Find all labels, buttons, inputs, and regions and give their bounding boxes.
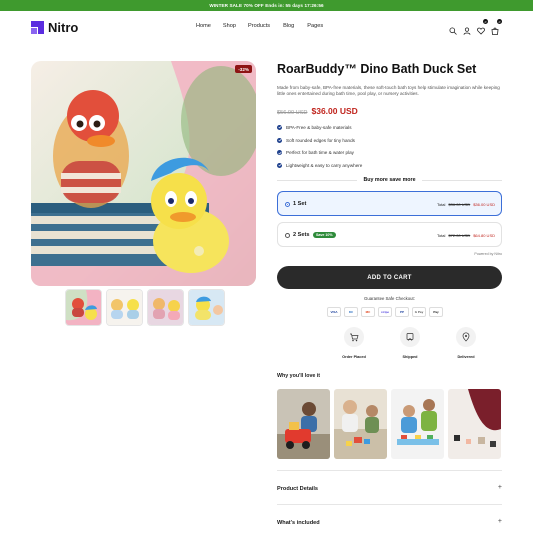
powered-by: Powered by Nitro (474, 252, 502, 256)
product-main-image[interactable]: -32% (31, 61, 256, 286)
divider (277, 179, 358, 181)
feature-text: Perfect for bath time & water play (286, 150, 354, 156)
cart-count-badge: 0 (497, 19, 502, 24)
feature-item: Lightweight & easy to carry anywhere (277, 159, 362, 172)
cart-icon (344, 327, 364, 347)
radio-selected[interactable] (285, 202, 290, 207)
product-description: Made from baby-safe, BPA-free materials,… (277, 85, 500, 97)
feature-item: Perfect for bath time & water play (277, 146, 362, 159)
feature-list: BPA-Free & baby-safe materials Soft roun… (277, 121, 362, 172)
bundle-heading-text: Buy more save more (363, 177, 416, 183)
radio-unselected[interactable] (285, 233, 290, 238)
plus-icon[interactable]: + (498, 518, 502, 525)
total-new: $64.80 USD (473, 233, 495, 238)
sale-price: $36.00 USD (311, 106, 358, 116)
product-title: RoarBuddy™ Dino Bath Duck Set (277, 62, 477, 76)
bundle-option-total: Total $36.00 USD $36.00 USD (437, 202, 495, 207)
bundle-option-label: 1 Set (293, 201, 307, 207)
why-image-1[interactable] (277, 389, 330, 459)
bundle-option-2-sets[interactable]: 2 Sets Save 10% Total $72.00 USD $64.80 … (277, 222, 502, 247)
apple-pay-icon: Pay (429, 307, 443, 317)
diners-club-icon: DC (344, 307, 358, 317)
add-to-cart-button[interactable]: ADD TO CART (277, 266, 502, 289)
accordion-title: What's included (277, 520, 320, 526)
why-heading: Why you'll love it (277, 373, 321, 379)
nav-shop[interactable]: Shop (223, 23, 236, 29)
step-label: Shipped (402, 355, 418, 359)
feature-text: Lightweight & easy to carry anywhere (286, 162, 363, 168)
total-new: $36.00 USD (473, 202, 495, 207)
feature-item: Soft rounded edges for tiny hands (277, 134, 362, 147)
thumbnail-1[interactable] (65, 289, 102, 326)
thumbnail-3[interactable] (147, 289, 184, 326)
total-old: $36.00 USD (448, 202, 471, 207)
accordion-product-details[interactable]: Product Details + (277, 470, 502, 504)
location-pin-icon (456, 327, 476, 347)
thumbnail-strip (65, 289, 225, 326)
check-icon (277, 162, 282, 168)
search-icon[interactable] (449, 22, 457, 35)
why-image-3[interactable] (391, 389, 444, 459)
step-label: Order Placed (342, 355, 366, 359)
accordion-title: Product Details (277, 486, 319, 492)
wishlist-count-badge: 0 (483, 19, 488, 24)
step-label: Delivered (457, 355, 475, 359)
order-steps: Order Placed Shipped Delivered (335, 327, 485, 359)
nav-home[interactable]: Home (196, 23, 211, 29)
save-badge: Save 10% (313, 232, 336, 238)
why-image-2[interactable] (334, 389, 387, 459)
google-pay-icon: G Pay (412, 307, 426, 317)
paypal-icon: PP (395, 307, 409, 317)
total-old: $72.00 USD (448, 233, 471, 238)
bundle-option-1-set[interactable]: 1 Set Total $36.00 USD $36.00 USD (277, 191, 502, 216)
step-order-placed: Order Placed (335, 327, 373, 359)
step-shipped: Shipped (391, 327, 429, 359)
divider (421, 179, 502, 181)
logo-icon (31, 21, 44, 34)
price-row: $56.00 USD $36.00 USD (277, 106, 358, 116)
delivery-box-icon (400, 327, 420, 347)
visa-icon: VISA (327, 307, 341, 317)
bundle-heading: Buy more save more (277, 177, 502, 183)
accordion-whats-included[interactable]: What's included + (277, 504, 502, 533)
plus-icon[interactable]: + (498, 484, 502, 491)
wishlist-icon[interactable]: 0 (477, 19, 488, 35)
total-label: Total (436, 202, 446, 207)
header-actions: 0 0 (449, 19, 502, 35)
check-icon (277, 124, 282, 130)
bundle-option-total: Total $72.00 USD $64.80 USD (437, 233, 495, 238)
step-delivered: Delivered (447, 327, 485, 359)
stripe-icon: stripe (378, 307, 392, 317)
promo-bar: WINTER SALE 70% OFF Ends in: 55 days 17:… (0, 0, 533, 11)
payment-methods: VISA DC MC stripe PP G Pay Pay (327, 307, 443, 317)
site-header: Nitro Home Shop Products Blog Pages 0 0 (0, 11, 533, 45)
check-icon (277, 150, 282, 156)
thumbnail-4[interactable] (188, 289, 225, 326)
compare-price: $56.00 USD (277, 110, 308, 116)
thumbnail-2[interactable] (106, 289, 143, 326)
brand-name: Nitro (48, 20, 79, 35)
promo-text: WINTER SALE 70% OFF Ends in: 55 days 17:… (209, 3, 324, 8)
discount-badge: -32% (235, 65, 252, 73)
rubber-ducks-image (31, 61, 256, 286)
check-icon (277, 137, 282, 143)
nav-products[interactable]: Products (248, 23, 270, 29)
why-image-row (277, 389, 501, 459)
account-icon[interactable] (463, 22, 471, 35)
nav-pages[interactable]: Pages (307, 23, 323, 29)
total-label: Total (436, 233, 446, 238)
feature-text: Soft rounded edges for tiny hands (286, 137, 355, 143)
main-nav: Home Shop Products Blog Pages (196, 23, 323, 29)
logo[interactable]: Nitro (31, 20, 78, 35)
bundle-option-label: 2 Sets (293, 232, 310, 238)
feature-text: BPA-Free & baby-safe materials (286, 124, 352, 130)
feature-item: BPA-Free & baby-safe materials (277, 121, 362, 134)
cart-icon[interactable]: 0 (491, 19, 502, 35)
safe-checkout-heading: Guarantee Safe Checkout: (364, 296, 415, 301)
why-image-4[interactable] (448, 389, 501, 459)
nav-blog[interactable]: Blog (283, 23, 294, 29)
mastercard-icon: MC (361, 307, 375, 317)
